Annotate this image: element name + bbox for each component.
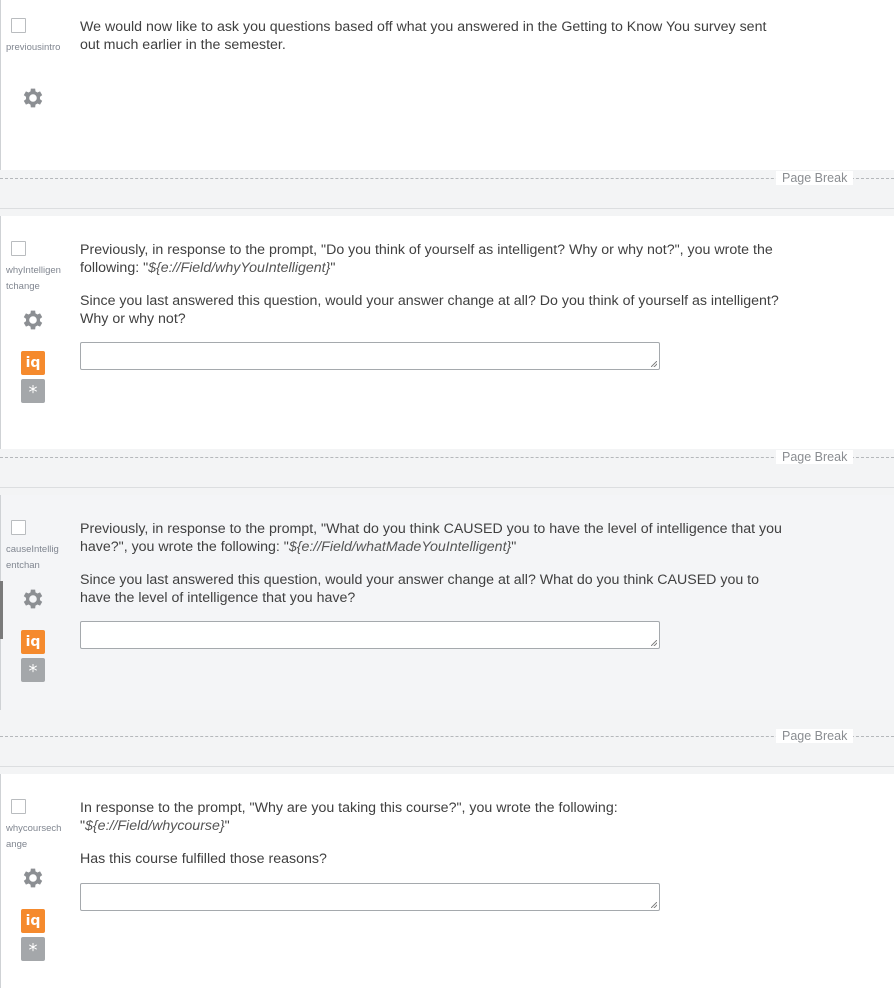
question-id-label: previousintro: [6, 42, 61, 53]
piped-field: ${e://Field/whyYouIntelligent}: [148, 260, 331, 276]
required-icon[interactable]: *: [21, 658, 45, 682]
required-icon[interactable]: *: [21, 937, 45, 961]
question-text: We would now like to ask you questions b…: [80, 18, 785, 69]
gear-icon[interactable]: [20, 85, 46, 111]
gear-icon[interactable]: [20, 586, 46, 612]
answer-textarea[interactable]: [80, 621, 660, 649]
page-break[interactable]: [0, 178, 894, 179]
question-select-checkbox[interactable]: [11, 18, 26, 33]
question-block-whycoursechange[interactable]: whycoursechange iq * In response to the …: [0, 774, 894, 988]
question-text: In response to the prompt, "Why are you …: [80, 799, 680, 883]
question-id-label: causeIntelligentchan: [6, 544, 59, 571]
prompt-suffix: ": [330, 260, 336, 276]
prompt-suffix: ": [511, 539, 517, 555]
prompt-paragraph: In response to the prompt, "Why are you …: [80, 799, 680, 835]
question-text: Previously, in response to the prompt, "…: [80, 520, 785, 622]
question-block-whyIntelligentchange[interactable]: whyIntelligentchange iq * Previously, in…: [0, 216, 894, 449]
question-select-checkbox[interactable]: [11, 520, 26, 535]
question-block-previousintro[interactable]: previousintro We would now like to ask y…: [0, 0, 894, 170]
page-break[interactable]: [0, 736, 894, 737]
page-break[interactable]: [0, 457, 894, 458]
question-block-causeIntelligentchan[interactable]: causeIntelligentchan iq * Previously, in…: [0, 495, 894, 710]
iq-icon[interactable]: iq: [21, 351, 45, 375]
divider: [0, 487, 894, 488]
iq-icon[interactable]: iq: [21, 909, 45, 933]
page-break-label: Page Break: [776, 729, 854, 743]
question-id-label: whycoursechange: [6, 823, 62, 850]
prompt-paragraph: Previously, in response to the prompt, "…: [80, 520, 785, 556]
question-id-label: whyIntelligentchange: [6, 265, 61, 292]
piped-field: ${e://Field/whycourse}: [85, 818, 225, 834]
prompt-paragraph: Previously, in response to the prompt, "…: [80, 241, 785, 277]
gear-icon[interactable]: [20, 307, 46, 333]
intro-paragraph: We would now like to ask you questions b…: [80, 19, 767, 53]
question-paragraph: Since you last answered this question, w…: [80, 572, 760, 606]
divider: [0, 208, 894, 209]
required-icon[interactable]: *: [21, 379, 45, 403]
question-paragraph: Has this course fulfilled those reasons?: [80, 851, 327, 867]
answer-textarea[interactable]: [80, 342, 660, 370]
gear-icon[interactable]: [20, 865, 46, 891]
answer-textarea[interactable]: [80, 883, 660, 911]
question-select-checkbox[interactable]: [11, 799, 26, 814]
question-paragraph: Since you last answered this question, w…: [80, 293, 779, 327]
question-select-checkbox[interactable]: [11, 241, 26, 256]
divider: [0, 766, 894, 767]
piped-field: ${e://Field/whatMadeYouIntelligent}: [288, 539, 512, 555]
page-break-label: Page Break: [776, 171, 854, 185]
prompt-suffix: ": [224, 818, 230, 834]
question-text: Previously, in response to the prompt, "…: [80, 241, 785, 343]
iq-icon[interactable]: iq: [21, 630, 45, 654]
page-break-label: Page Break: [776, 450, 854, 464]
